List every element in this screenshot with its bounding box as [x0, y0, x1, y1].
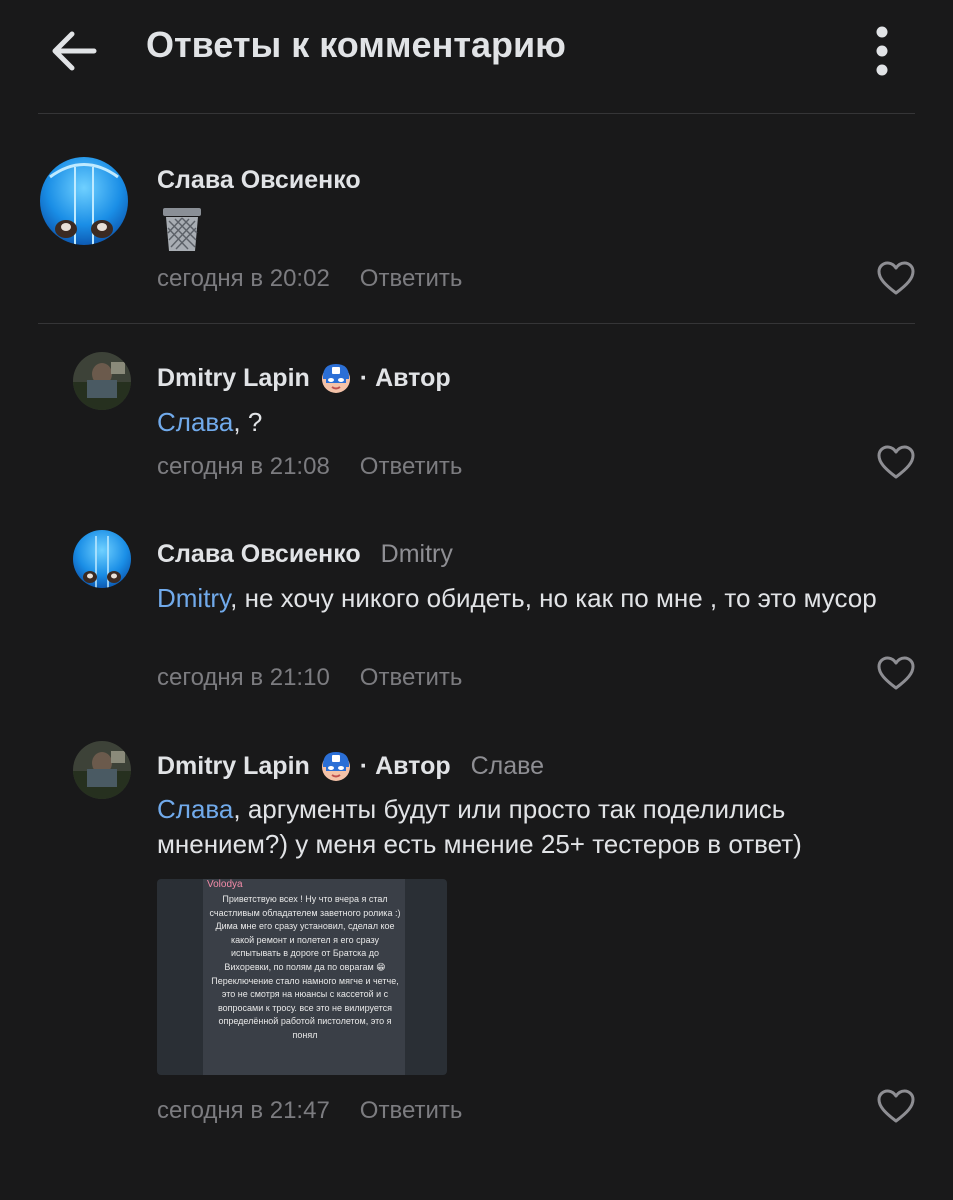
comment-text: Dmitry, не хочу никого обидеть, но как п… — [157, 581, 897, 616]
author-row: Dmitry Lapin · Автор Славе — [157, 750, 544, 782]
thread-divider — [38, 323, 915, 324]
trash-can-icon — [163, 208, 201, 251]
screenshot-text: Приветствую всех ! Ну что вчера я стал с… — [209, 894, 401, 1040]
timestamp: сегодня в 21:47 — [157, 1097, 330, 1124]
author-row: Dmitry Lapin · Автор — [157, 362, 451, 394]
comment-body: , ? — [233, 407, 263, 437]
page-title: Ответы к комментарию — [146, 24, 566, 65]
screenshot-sender: Volodya — [207, 879, 243, 890]
like-button[interactable] — [876, 259, 916, 299]
author-row: Слава Овсиенко Dmitry — [157, 540, 453, 569]
comment-meta: сегодня в 21:08 Ответить — [157, 453, 462, 481]
like-button[interactable] — [876, 443, 916, 483]
author-tag: · Автор — [359, 363, 451, 392]
mention-link[interactable]: Слава — [157, 794, 233, 824]
comment-body: , аргументы будут или просто так поделил… — [157, 794, 802, 859]
back-button[interactable] — [44, 22, 102, 80]
timestamp: сегодня в 21:08 — [157, 453, 330, 480]
comment-meta: сегодня в 21:47 Ответить — [157, 1097, 462, 1125]
top-bar: Ответы к комментарию — [0, 0, 953, 114]
avatar[interactable] — [73, 741, 131, 799]
comment-meta: сегодня в 20:02 Ответить — [157, 265, 462, 293]
timestamp: сегодня в 21:10 — [157, 664, 330, 691]
author-name[interactable]: Dmitry Lapin — [157, 364, 310, 393]
author-name[interactable]: Слава Овсиенко — [157, 166, 361, 195]
like-button[interactable] — [876, 1087, 916, 1127]
heart-icon — [877, 261, 915, 295]
mention-link[interactable]: Dmitry — [157, 583, 230, 613]
more-vertical-icon — [876, 26, 888, 76]
reply-to-label[interactable]: Славе — [471, 752, 544, 781]
like-button[interactable] — [876, 654, 916, 694]
reply-button[interactable]: Ответить — [360, 1097, 463, 1124]
arrow-left-icon — [52, 31, 97, 71]
header-divider — [38, 113, 915, 114]
comment-meta: сегодня в 21:10 Ответить — [157, 664, 462, 692]
author-name[interactable]: Слава Овсиенко — [157, 540, 361, 569]
avatar[interactable] — [73, 352, 131, 410]
comment-text: Слава, ? — [157, 405, 897, 440]
author-name[interactable]: Dmitry Lapin — [157, 752, 310, 781]
comment-body: , не хочу никого обидеть, но как по мне … — [230, 583, 877, 613]
more-button[interactable] — [860, 22, 904, 80]
author-tag: · Автор — [359, 751, 451, 780]
avatar[interactable] — [73, 530, 131, 588]
reply-button[interactable]: Ответить — [360, 453, 463, 480]
timestamp: сегодня в 20:02 — [157, 265, 330, 292]
heart-icon — [877, 1089, 915, 1123]
hero-badge-icon — [321, 364, 350, 393]
comment-text: Слава, аргументы будут или просто так по… — [157, 792, 897, 862]
author-row: Слава Овсиенко — [157, 166, 361, 195]
reply-to-label[interactable]: Dmitry — [381, 540, 453, 569]
reply-button[interactable]: Ответить — [360, 664, 463, 691]
mention-link[interactable]: Слава — [157, 407, 233, 437]
hero-badge-icon — [321, 752, 350, 781]
photo-attachment[interactable]: Volodya Приветствую всех ! Ну что вчера … — [157, 879, 447, 1075]
reply-button[interactable]: Ответить — [360, 265, 463, 292]
heart-icon — [877, 445, 915, 479]
avatar[interactable] — [40, 157, 128, 245]
heart-icon — [877, 656, 915, 690]
